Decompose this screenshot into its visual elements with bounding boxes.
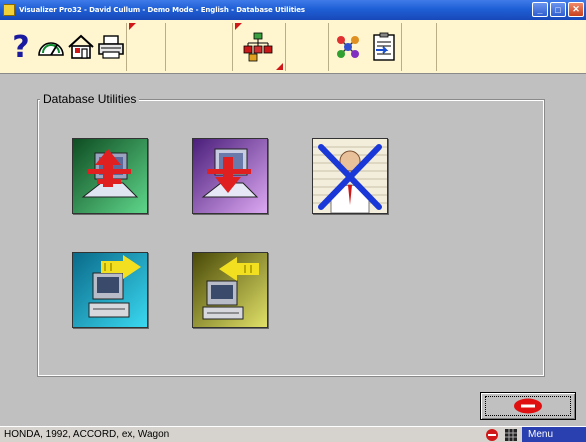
maximize-button[interactable]: □: [550, 2, 566, 17]
window-title: Visualizer Pro32 - David Cullum - Demo M…: [19, 6, 306, 14]
network-button[interactable]: [329, 20, 367, 74]
delete-database-button[interactable]: [312, 138, 388, 214]
toolbar-slot-empty[interactable]: [127, 20, 165, 74]
delete-person-icon: [313, 144, 387, 213]
help-button[interactable]: ?: [6, 20, 36, 74]
group-title: Database Utilities: [40, 92, 140, 106]
status-right: Menu Mode: [484, 427, 586, 442]
import-arrow-icon: [202, 257, 259, 320]
vehicle-info: HONDA, 1992, ACCORD, ex, Wagon: [4, 429, 170, 440]
download-computer-icon: [201, 148, 259, 198]
gauge-button[interactable]: [36, 20, 66, 74]
toolbar-slot-empty[interactable]: [402, 20, 436, 74]
minimize-button[interactable]: _: [532, 2, 548, 17]
mode-indicator: Menu Mode: [522, 427, 586, 442]
no-entry-icon: [486, 429, 498, 441]
upload-computer-icon: [81, 149, 139, 198]
close-button[interactable]: ✕: [568, 2, 584, 17]
toolbar-separator: [436, 23, 437, 71]
cancel-icon: [514, 398, 542, 414]
help-icon: ?: [12, 29, 30, 65]
toolbar-slot-empty[interactable]: [286, 20, 328, 74]
title-bar: Visualizer Pro32 - David Cullum - Demo M…: [0, 0, 586, 20]
download-database-button[interactable]: [192, 138, 268, 214]
app-window: Visualizer Pro32 - David Cullum - Demo M…: [0, 0, 586, 442]
toolbar: ?: [0, 20, 586, 74]
tree-database-button[interactable]: [233, 20, 285, 74]
print-button[interactable]: [96, 20, 126, 74]
toolbar-slot-empty[interactable]: [166, 20, 232, 74]
export-database-button[interactable]: [72, 252, 148, 328]
upload-database-button[interactable]: [72, 138, 148, 214]
network-icon: [337, 36, 359, 58]
clipboard-import-icon: [373, 32, 395, 61]
window-controls: _ □ ✕: [532, 2, 584, 17]
export-arrow-icon: [88, 255, 141, 318]
gauge-icon: [38, 42, 64, 56]
grid-icon: [505, 429, 517, 441]
clipboard-import-button[interactable]: [367, 20, 401, 74]
printer-icon: [98, 35, 124, 59]
app-icon: [3, 4, 15, 16]
home-button[interactable]: [66, 20, 96, 74]
import-database-button[interactable]: [192, 252, 268, 328]
tree-database-icon: [243, 32, 273, 62]
status-bar: HONDA, 1992, ACCORD, ex, Wagon Menu Mode: [0, 426, 586, 442]
home-icon: [68, 34, 94, 59]
cancel-button-focus: [485, 396, 571, 416]
cancel-button[interactable]: [480, 392, 576, 420]
